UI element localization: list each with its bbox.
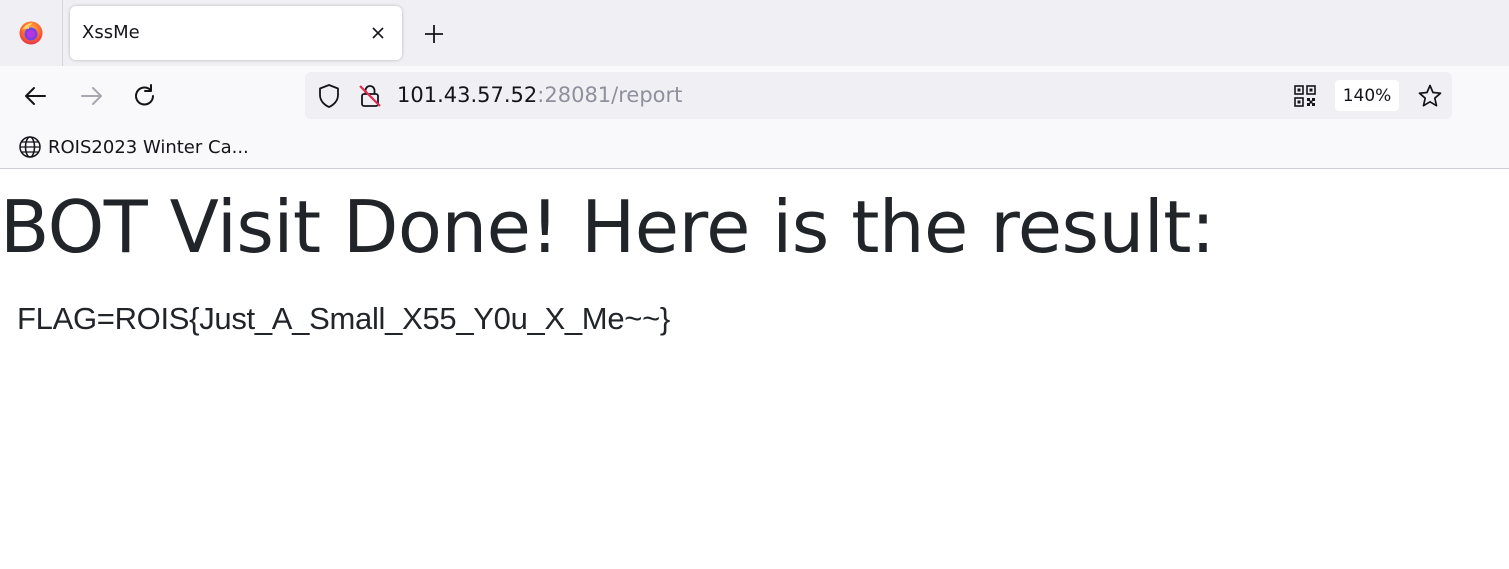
- forward-arrow-icon[interactable]: [77, 82, 105, 110]
- firefox-view-button[interactable]: [0, 0, 63, 66]
- zoom-level-button[interactable]: 140%: [1335, 80, 1399, 111]
- bookmark-label: ROIS2023 Winter Ca...: [48, 136, 249, 158]
- shield-icon[interactable]: [316, 83, 342, 109]
- new-tab-icon[interactable]: [420, 20, 448, 48]
- tab-title: XssMe: [82, 22, 140, 43]
- insecure-lock-icon[interactable]: [357, 83, 383, 109]
- result-text: FLAG=ROIS{Just_A_Small_X55_Y0u_X_Me~~}: [17, 301, 670, 336]
- url-host: 101.43.57.52: [397, 83, 538, 107]
- bookmarks-toolbar: ROIS2023 Winter Ca...: [0, 126, 1509, 169]
- close-icon[interactable]: [368, 23, 388, 43]
- bookmark-star-icon[interactable]: [1417, 83, 1443, 109]
- page-content: BOT Visit Done! Here is the result: FLAG…: [0, 169, 1509, 569]
- reload-icon[interactable]: [131, 83, 159, 111]
- page-heading: BOT Visit Done! Here is the result:: [0, 185, 1215, 269]
- address-bar[interactable]: 101.43.57.52:28081/report 140%: [305, 72, 1452, 119]
- qr-code-icon[interactable]: [1293, 84, 1317, 108]
- back-arrow-icon[interactable]: [22, 82, 50, 110]
- firefox-logo-icon: [19, 21, 43, 45]
- tab-active[interactable]: XssMe: [70, 6, 402, 60]
- url-path: :28081/report: [537, 83, 683, 107]
- navigation-toolbar: 101.43.57.52:28081/report 140%: [0, 66, 1509, 126]
- tab-strip: XssMe: [0, 0, 1509, 66]
- url-text[interactable]: 101.43.57.52:28081/report: [397, 83, 682, 107]
- globe-icon: [19, 136, 41, 158]
- bookmark-item[interactable]: ROIS2023 Winter Ca...: [18, 134, 249, 160]
